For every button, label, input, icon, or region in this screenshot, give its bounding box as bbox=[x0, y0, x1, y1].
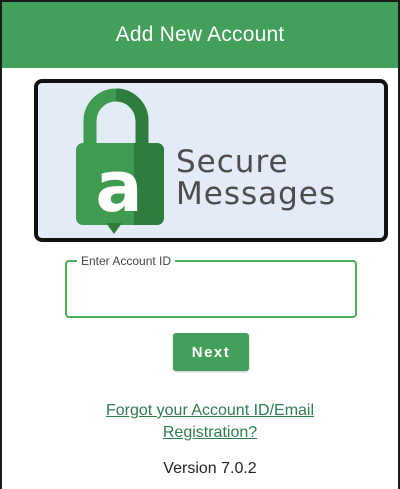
app-header: Add New Account bbox=[2, 2, 398, 68]
forgot-link-line2: Registration? bbox=[162, 424, 258, 441]
page-title: Add New Account bbox=[115, 23, 285, 46]
forgot-account-link[interactable]: Forgot your Account ID/Email Registratio… bbox=[50, 400, 370, 444]
next-button[interactable]: Next bbox=[173, 333, 249, 371]
account-id-field[interactable]: Enter Account ID bbox=[65, 253, 357, 318]
logo-letter: a bbox=[95, 146, 142, 228]
logo-text-secure: Secure bbox=[176, 144, 289, 180]
version-label: Version 7.0.2 bbox=[163, 460, 257, 477]
account-id-input[interactable] bbox=[79, 278, 347, 306]
logo-text-messages: Messages bbox=[176, 176, 337, 212]
forgot-link-line1: Forgot your Account ID/Email bbox=[105, 402, 315, 419]
logo-card: a Secure Messages bbox=[34, 79, 388, 242]
account-id-label: Enter Account ID bbox=[77, 253, 176, 269]
